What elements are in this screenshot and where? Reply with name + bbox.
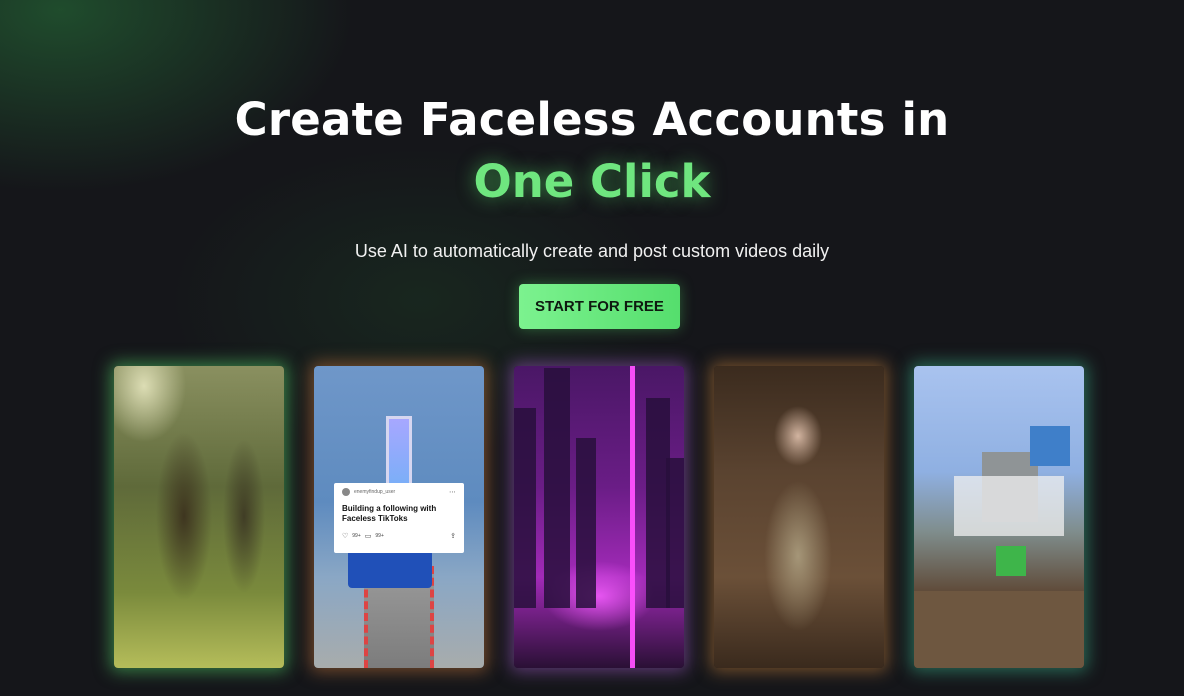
heart-icon: ♡ [342, 533, 349, 540]
snow-blocks [954, 476, 1064, 536]
post-overlay: enemyfindup_user ⋯ Building a following … [334, 483, 464, 553]
post-username: enemyfindup_user [354, 489, 396, 495]
building [576, 438, 596, 608]
avatar [342, 488, 350, 496]
start-for-free-button[interactable]: START FOR FREE [519, 284, 680, 329]
example-video-car-stunt[interactable]: enemyfindup_user ⋯ Building a following … [314, 366, 484, 668]
building [666, 458, 684, 608]
example-video-neon-city[interactable] [514, 366, 684, 668]
post-comments: 99+ [375, 533, 384, 539]
hero-accent-title: One Click [473, 155, 711, 208]
building [544, 368, 570, 608]
hero-subtitle: Use AI to automatically create and post … [354, 241, 830, 261]
example-video-child-barn[interactable] [714, 366, 884, 668]
building [514, 408, 536, 608]
water-block [1030, 426, 1070, 466]
share-icon: ⇪ [450, 533, 456, 540]
example-video-block-world[interactable] [914, 366, 1084, 668]
example-video-forest[interactable] [114, 366, 284, 668]
post-text: Building a following with Faceless TikTo… [342, 504, 437, 523]
grass-block [996, 546, 1026, 576]
post-likes: 99+ [352, 533, 361, 539]
landing-page: Create Faceless Accounts in One Click Us… [0, 0, 1184, 696]
more-options-icon: ⋯ [449, 489, 456, 496]
dirt-ground [914, 591, 1084, 668]
hero-title: Create Faceless Accounts in [234, 93, 950, 146]
comment-icon: ▭ [364, 533, 372, 540]
